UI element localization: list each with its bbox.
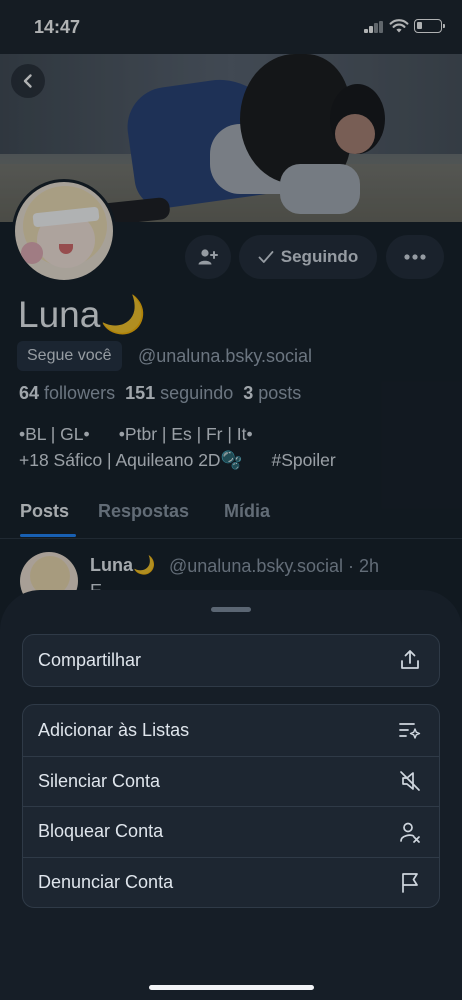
share-group: Compartilhar	[22, 634, 440, 687]
sheet-grabber[interactable]	[211, 607, 251, 612]
flag-icon	[397, 869, 423, 895]
report-account-option[interactable]: Denunciar Conta	[23, 856, 439, 908]
home-indicator[interactable]	[149, 985, 314, 990]
options-sheet: Compartilhar Adicionar às Listas Silenci…	[0, 590, 462, 1000]
speaker-mute-icon	[397, 768, 423, 794]
report-account-label: Denunciar Conta	[38, 871, 174, 892]
share-icon	[397, 647, 423, 673]
block-account-label: Bloquear Conta	[38, 821, 164, 842]
person-block-icon	[397, 819, 423, 845]
mute-account-option[interactable]: Silenciar Conta	[23, 755, 439, 807]
share-label: Compartilhar	[38, 649, 142, 670]
account-actions-group: Adicionar às Listas Silenciar Conta Bloq…	[22, 704, 440, 908]
mute-account-label: Silenciar Conta	[38, 770, 161, 791]
add-to-lists-label: Adicionar às Listas	[38, 719, 190, 740]
block-account-option[interactable]: Bloquear Conta	[23, 806, 439, 857]
add-to-lists-option[interactable]: Adicionar às Listas	[23, 705, 439, 756]
share-option[interactable]: Compartilhar	[23, 635, 439, 686]
list-add-icon	[397, 717, 423, 743]
